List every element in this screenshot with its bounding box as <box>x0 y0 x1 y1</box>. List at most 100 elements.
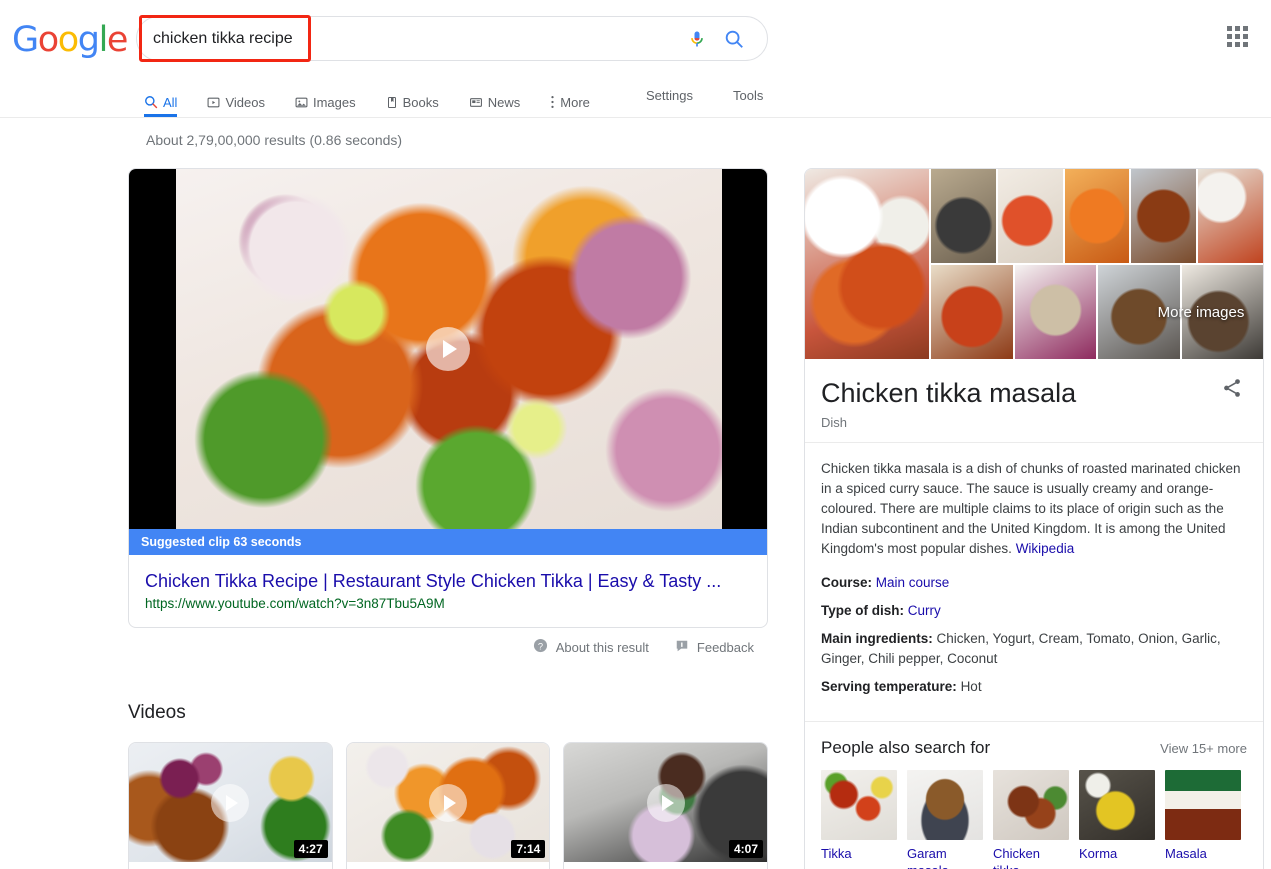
pasf-label[interactable]: Chicken tikka <box>993 845 1069 869</box>
play-button-icon[interactable] <box>429 784 467 822</box>
video-duration: 7:14 <box>511 840 545 858</box>
featured-video-title[interactable]: Chicken Tikka Recipe | Restaurant Style … <box>145 569 751 593</box>
pasf-label[interactable]: Korma <box>1079 845 1155 862</box>
fact-label: Serving temperature: <box>821 679 957 694</box>
google-logo[interactable]: Google <box>12 22 127 58</box>
video-tile[interactable]: 7:14 <box>346 742 551 869</box>
play-button-icon[interactable] <box>426 327 470 371</box>
video-tile-body <box>347 862 550 869</box>
kp-image-cell[interactable] <box>931 169 996 263</box>
video-tile[interactable]: 4:27 <box>128 742 333 869</box>
pasf-title: People also search for <box>821 738 990 758</box>
apps-grid-icon[interactable] <box>1227 26 1251 50</box>
pasf-thumbnail[interactable] <box>993 770 1069 840</box>
video-duration: 4:27 <box>294 840 328 858</box>
news-icon <box>469 96 483 109</box>
pasf-item[interactable]: Tikka <box>821 770 897 869</box>
pasf-view-more-link[interactable]: View 15+ more <box>1160 741 1247 756</box>
featured-video-result[interactable]: Suggested clip 63 seconds Chicken Tikka … <box>128 168 768 628</box>
result-stats: About 2,79,00,000 results (0.86 seconds) <box>146 132 402 148</box>
featured-video-player[interactable] <box>129 169 767 529</box>
share-icon[interactable] <box>1221 377 1243 404</box>
fact-value[interactable]: Curry <box>908 603 941 618</box>
knowledge-panel: More images Chicken tikka masala Dish Ch… <box>804 168 1264 869</box>
pasf-thumbnail[interactable] <box>1165 770 1241 840</box>
tools-button[interactable]: Tools <box>733 88 763 103</box>
kp-image-row-top <box>931 169 1263 263</box>
kp-image-cell[interactable] <box>1131 169 1196 263</box>
fact-label: Course: <box>821 575 872 590</box>
pasf-item[interactable]: Korma <box>1079 770 1155 869</box>
search-input[interactable] <box>151 18 687 60</box>
kp-image-cell[interactable] <box>998 169 1063 263</box>
kp-image-cell[interactable] <box>931 265 1013 359</box>
video-tile[interactable]: 4:07 <box>563 742 768 869</box>
knowledge-panel-header: Chicken tikka masala Dish <box>805 359 1263 443</box>
feedback-label: Feedback <box>697 640 754 655</box>
video-tile-body <box>129 862 332 869</box>
nav-tab-label: All <box>163 95 177 110</box>
play-button-icon[interactable] <box>647 784 685 822</box>
logo-letter: l <box>99 22 107 58</box>
about-this-result-button[interactable]: ? About this result <box>533 638 649 656</box>
nav-tab-all[interactable]: All <box>144 78 190 117</box>
video-thumbnail[interactable]: 4:27 <box>129 743 332 862</box>
search-icon[interactable] <box>723 28 745 50</box>
pasf-thumbnail[interactable] <box>907 770 983 840</box>
logo-letter: g <box>78 22 99 58</box>
nav-tab-images[interactable]: Images <box>295 78 369 117</box>
videos-row: 4:27 7:14 4:07 <box>128 742 768 869</box>
nav-tab-videos[interactable]: Videos <box>207 78 278 117</box>
featured-video-meta: Chicken Tikka Recipe | Restaurant Style … <box>129 555 767 627</box>
search-icon <box>144 95 158 109</box>
settings-button[interactable]: Settings <box>646 88 693 103</box>
kp-image-cell[interactable] <box>1065 169 1130 263</box>
pasf-header: People also search for View 15+ more <box>821 738 1247 758</box>
kp-image-cell[interactable] <box>1198 169 1263 263</box>
video-thumbnail[interactable]: 4:07 <box>564 743 767 862</box>
video-thumbnail[interactable]: 7:14 <box>347 743 550 862</box>
nav-tab-more[interactable]: More <box>550 78 603 117</box>
pasf-item[interactable]: Masala <box>1165 770 1241 869</box>
kp-image-cell[interactable] <box>1015 265 1097 359</box>
knowledge-panel-facts: Course: Main course Type of dish: Curry Ma… <box>805 563 1263 721</box>
fact-value: Hot <box>961 679 982 694</box>
microphone-icon[interactable] <box>687 28 707 50</box>
knowledge-panel-fact: Type of dish: Curry <box>821 601 1245 621</box>
wikipedia-link[interactable]: Wikipedia <box>1016 541 1075 556</box>
videos-section: Videos 4:27 7:14 4:07 <box>128 702 768 869</box>
pasf-item[interactable]: Chicken tikka <box>993 770 1069 869</box>
videos-section-heading: Videos <box>128 702 768 724</box>
suggested-clip-banner: Suggested clip 63 seconds <box>129 529 767 555</box>
pasf-thumbnail[interactable] <box>821 770 897 840</box>
pasf-item[interactable]: Garam masala <box>907 770 983 869</box>
fact-label: Type of dish: <box>821 603 904 618</box>
about-this-result-label: About this result <box>556 640 649 655</box>
page-header: Google <box>0 0 1271 78</box>
pasf-items-row: Tikka Garam masala Chicken tikka Korma Masal… <box>821 770 1247 869</box>
play-button-icon[interactable] <box>211 784 249 822</box>
nav-tab-news[interactable]: News <box>469 78 534 117</box>
nav-tabs: All Videos Images Books News More <box>144 78 620 118</box>
pasf-thumbnail[interactable] <box>1079 770 1155 840</box>
fact-label: Main ingredients: <box>821 631 933 646</box>
logo-letter: e <box>107 22 127 58</box>
more-vertical-icon <box>550 95 555 109</box>
feedback-button[interactable]: Feedback <box>675 639 754 656</box>
nav-tab-label: Videos <box>225 95 265 110</box>
featured-video-url: https://www.youtube.com/watch?v=3n87Tbu5… <box>145 596 751 611</box>
more-images-button[interactable]: More images <box>1139 265 1263 359</box>
search-box[interactable] <box>136 16 768 61</box>
pasf-label[interactable]: Masala <box>1165 845 1241 862</box>
fact-value[interactable]: Main course <box>876 575 950 590</box>
kp-hero-image[interactable] <box>805 169 929 359</box>
pasf-label[interactable]: Tikka <box>821 845 897 862</box>
nav-tab-books[interactable]: Books <box>386 78 452 117</box>
video-tile-body <box>564 862 767 869</box>
video-icon <box>207 96 220 109</box>
result-footer: ? About this result Feedback <box>128 638 768 656</box>
pasf-label[interactable]: Garam masala <box>907 845 983 869</box>
svg-text:?: ? <box>538 641 543 651</box>
logo-letter: o <box>58 22 78 58</box>
book-icon <box>386 96 398 109</box>
